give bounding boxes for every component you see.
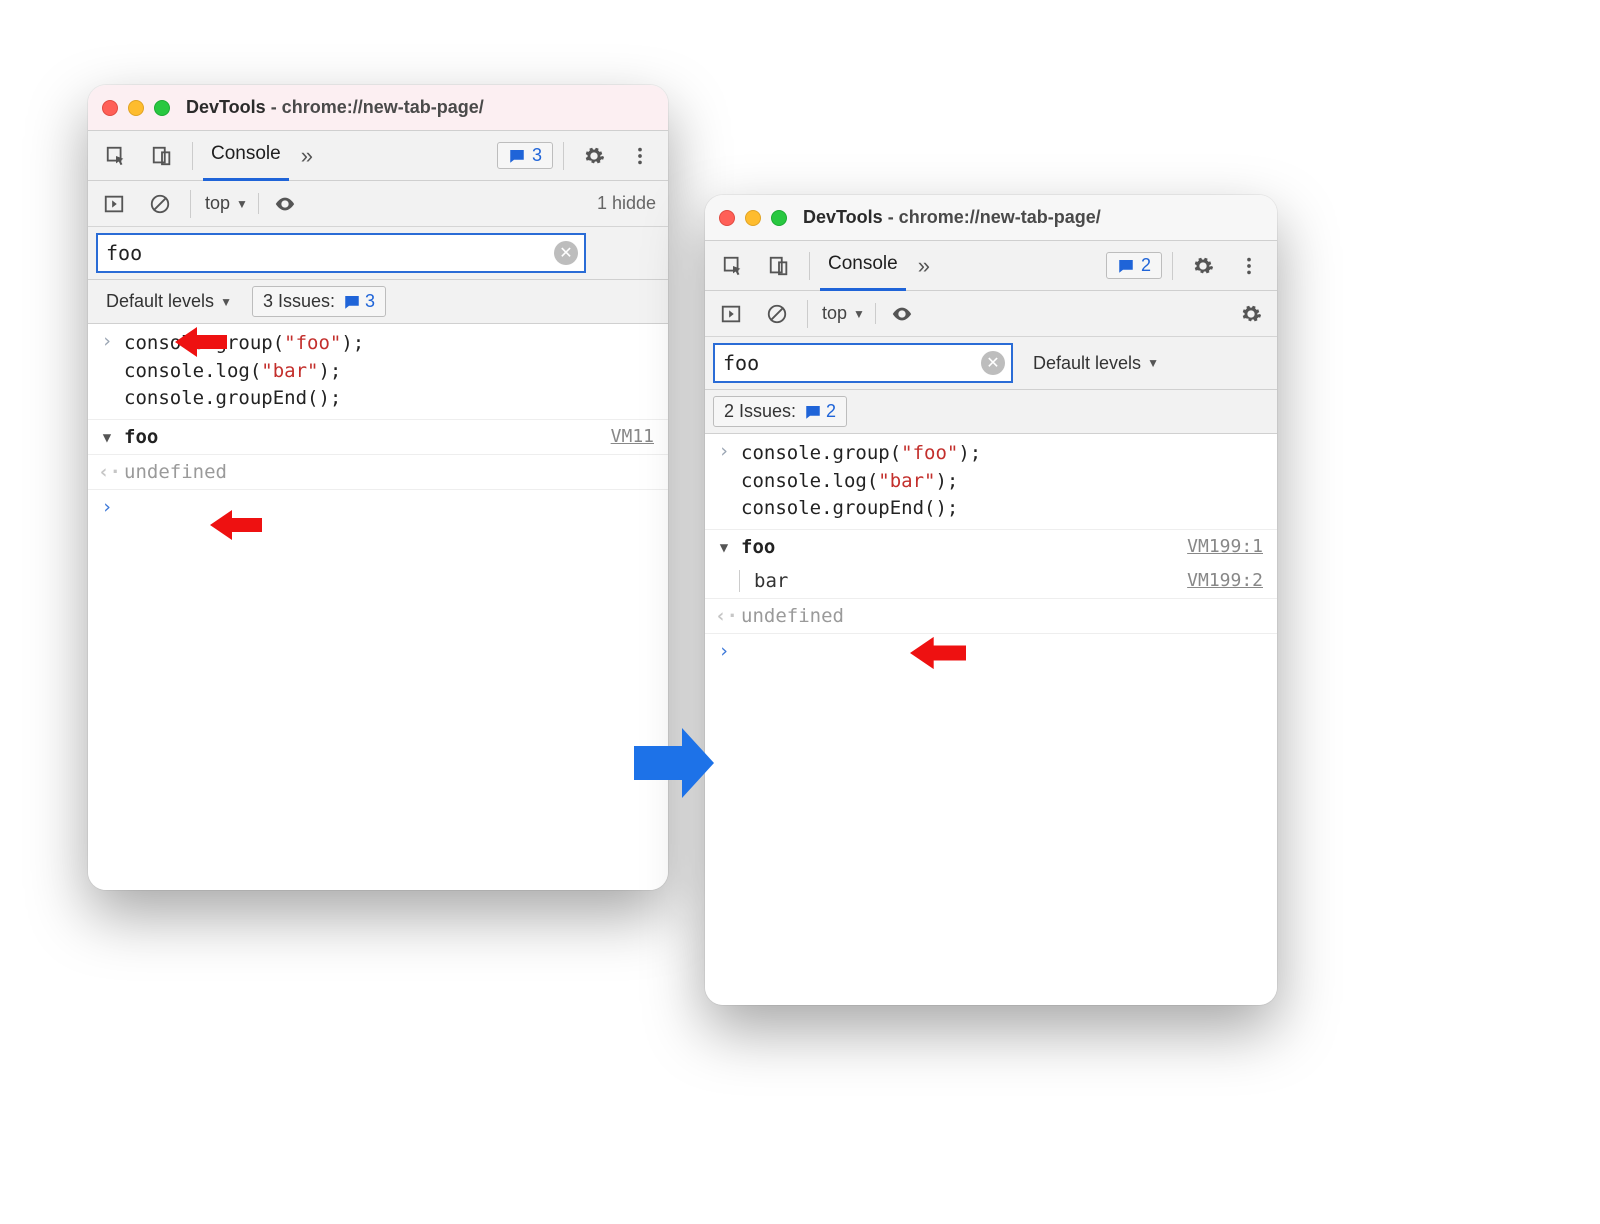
clear-console-icon[interactable] bbox=[757, 294, 797, 334]
sidebar-toggle-icon[interactable] bbox=[94, 184, 134, 224]
chevron-right-icon: › bbox=[715, 640, 733, 662]
filter-input[interactable]: foo ✕ bbox=[713, 343, 1013, 383]
chevron-down-icon[interactable]: ▼ bbox=[98, 426, 116, 446]
filter-value: foo bbox=[723, 351, 981, 375]
issues-badge[interactable]: 3 bbox=[497, 142, 553, 169]
chevron-right-icon: › bbox=[98, 330, 116, 352]
console-group-header[interactable]: ▼ foo VM11 bbox=[88, 420, 668, 455]
console-return-value: ‹· undefined bbox=[88, 455, 668, 490]
console-input-echo[interactable]: › console.group("foo"); console.log("bar… bbox=[88, 324, 668, 420]
separator bbox=[192, 142, 193, 170]
minimize-icon[interactable] bbox=[745, 210, 761, 226]
console-output: › console.group("foo"); console.log("bar… bbox=[88, 324, 668, 890]
separator bbox=[190, 190, 191, 218]
log-levels-selector[interactable]: Default levels▼ bbox=[96, 287, 242, 316]
console-filter-bar-2: 2 Issues: 2 bbox=[705, 390, 1277, 434]
device-toolbar-icon[interactable] bbox=[759, 246, 799, 286]
devtools-window-before: DevTools - chrome://new-tab-page/ Consol… bbox=[88, 85, 668, 890]
separator bbox=[1172, 252, 1173, 280]
inspect-icon[interactable] bbox=[96, 136, 136, 176]
return-arrow-icon: ‹· bbox=[715, 605, 733, 627]
code-block: console.group("foo"); console.log("bar")… bbox=[741, 440, 981, 523]
more-menu-icon[interactable] bbox=[620, 136, 660, 176]
issues-chip[interactable]: 3 Issues: 3 bbox=[252, 286, 386, 317]
console-input-echo[interactable]: › console.group("foo"); console.log("bar… bbox=[705, 434, 1277, 530]
console-return-value: ‹· undefined bbox=[705, 599, 1277, 634]
more-tabs-icon[interactable]: » bbox=[295, 143, 319, 169]
group-name: foo bbox=[741, 536, 775, 558]
close-icon[interactable] bbox=[719, 210, 735, 226]
context-selector[interactable]: top▼ bbox=[201, 193, 259, 214]
device-toolbar-icon[interactable] bbox=[142, 136, 182, 176]
hidden-messages-label[interactable]: 1 hidde bbox=[597, 193, 662, 214]
console-filter-bar: foo ✕ bbox=[88, 227, 668, 280]
devtools-tabstrip: Console » 2 bbox=[705, 241, 1277, 291]
window-controls bbox=[719, 210, 787, 226]
more-menu-icon[interactable] bbox=[1229, 246, 1269, 286]
console-settings-icon[interactable] bbox=[1231, 294, 1271, 334]
separator bbox=[809, 252, 810, 280]
chevron-right-icon: › bbox=[715, 440, 733, 462]
console-group-header[interactable]: ▼ foo VM199:1 bbox=[705, 530, 1277, 564]
clear-filter-icon[interactable]: ✕ bbox=[981, 351, 1005, 375]
console-output: › console.group("foo"); console.log("bar… bbox=[705, 434, 1277, 1005]
settings-icon[interactable] bbox=[574, 136, 614, 176]
console-prompt[interactable]: › bbox=[88, 490, 668, 524]
zoom-icon[interactable] bbox=[154, 100, 170, 116]
window-title: DevTools - chrome://new-tab-page/ bbox=[186, 97, 484, 118]
chevron-down-icon[interactable]: ▼ bbox=[715, 536, 733, 556]
separator bbox=[807, 300, 808, 328]
group-name: foo bbox=[124, 426, 158, 448]
titlebar[interactable]: DevTools - chrome://new-tab-page/ bbox=[705, 195, 1277, 241]
inspect-icon[interactable] bbox=[713, 246, 753, 286]
issues-chip[interactable]: 2 Issues: 2 bbox=[713, 396, 847, 427]
tab-console[interactable]: Console bbox=[820, 241, 906, 291]
chevron-right-icon: › bbox=[98, 496, 116, 518]
live-expression-icon[interactable] bbox=[882, 294, 922, 334]
clear-console-icon[interactable] bbox=[140, 184, 180, 224]
live-expression-icon[interactable] bbox=[265, 184, 305, 224]
issues-badge[interactable]: 2 bbox=[1106, 252, 1162, 279]
return-arrow-icon: ‹· bbox=[98, 461, 116, 483]
code-block: console.group("foo"); console.log("bar")… bbox=[124, 330, 364, 413]
filter-value: foo bbox=[106, 241, 554, 265]
titlebar[interactable]: DevTools - chrome://new-tab-page/ bbox=[88, 85, 668, 131]
filter-input[interactable]: foo ✕ bbox=[96, 233, 586, 273]
log-levels-selector[interactable]: Default levels▼ bbox=[1023, 349, 1169, 378]
close-icon[interactable] bbox=[102, 100, 118, 116]
console-toolbar: top▼ 1 hidde bbox=[88, 181, 668, 227]
window-title: DevTools - chrome://new-tab-page/ bbox=[803, 207, 1101, 228]
more-tabs-icon[interactable]: » bbox=[912, 253, 936, 279]
separator bbox=[563, 142, 564, 170]
devtools-tabstrip: Console » 3 bbox=[88, 131, 668, 181]
devtools-window-after: DevTools - chrome://new-tab-page/ Consol… bbox=[705, 195, 1277, 1005]
source-link[interactable]: VM199:1 bbox=[1187, 536, 1267, 557]
log-message: bar bbox=[754, 570, 788, 592]
console-filter-bar-2: Default levels▼ 3 Issues: 3 bbox=[88, 280, 668, 324]
console-group-item[interactable]: bar VM199:2 bbox=[705, 564, 1277, 599]
undefined-label: undefined bbox=[124, 461, 227, 483]
clear-filter-icon[interactable]: ✕ bbox=[554, 241, 578, 265]
console-filter-bar: foo ✕ Default levels▼ bbox=[705, 337, 1277, 390]
settings-icon[interactable] bbox=[1183, 246, 1223, 286]
source-link[interactable]: VM11 bbox=[611, 426, 658, 447]
sidebar-toggle-icon[interactable] bbox=[711, 294, 751, 334]
context-selector[interactable]: top▼ bbox=[818, 303, 876, 324]
zoom-icon[interactable] bbox=[771, 210, 787, 226]
console-toolbar: top▼ bbox=[705, 291, 1277, 337]
source-link[interactable]: VM199:2 bbox=[1187, 570, 1267, 592]
minimize-icon[interactable] bbox=[128, 100, 144, 116]
window-controls bbox=[102, 100, 170, 116]
tab-console[interactable]: Console bbox=[203, 131, 289, 181]
undefined-label: undefined bbox=[741, 605, 844, 627]
console-prompt[interactable]: › bbox=[705, 634, 1277, 668]
